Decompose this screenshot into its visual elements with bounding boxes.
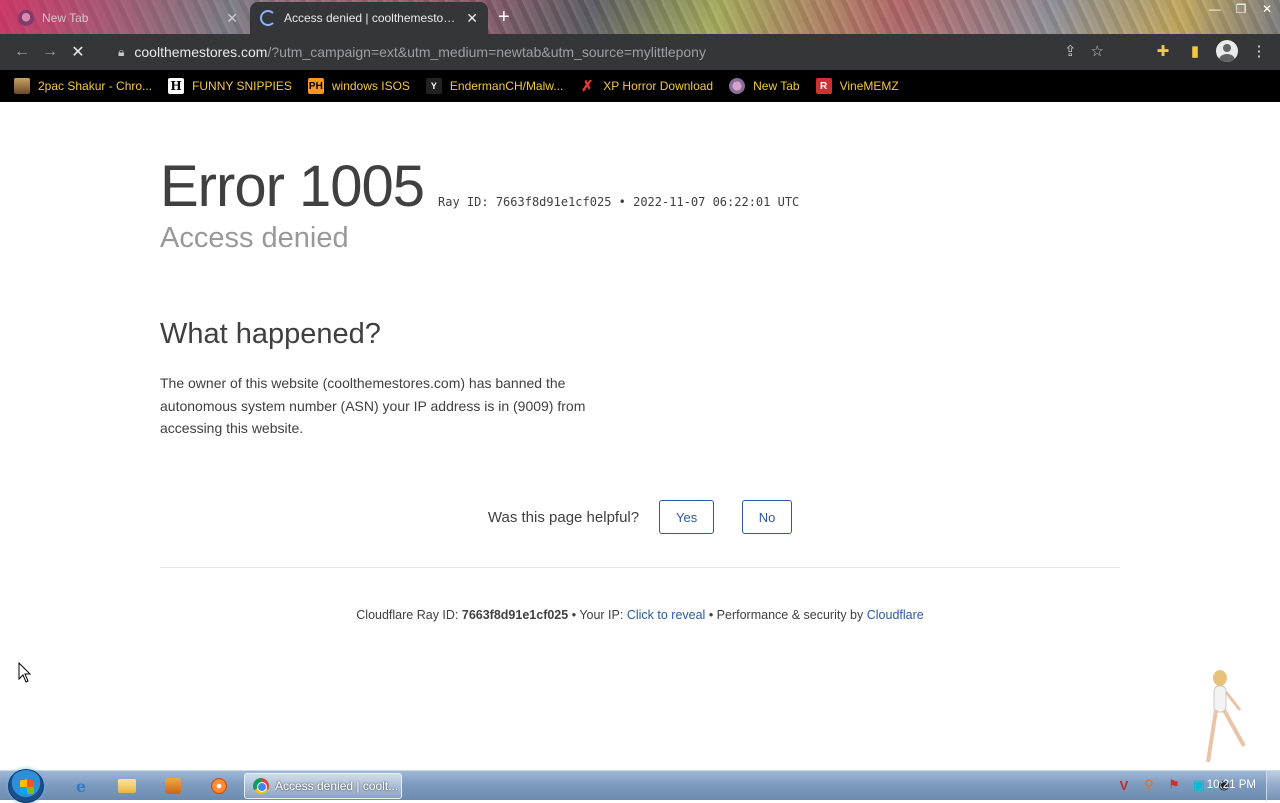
url-host: coolthemestores.com <box>134 44 268 60</box>
bookmark-label: windows ISOS <box>331 79 410 93</box>
bookmark-endermanch[interactable]: Y EndermanCH/Malw... <box>425 78 564 94</box>
bookmark-label: New Tab <box>753 79 800 93</box>
pinned-app-icon[interactable] <box>208 775 230 797</box>
tray-monitor-icon[interactable]: ▣ <box>1191 777 1207 793</box>
bookmark-label: EndermanCH/Malw... <box>449 79 564 93</box>
chrome-icon <box>253 778 269 794</box>
start-button[interactable] <box>8 769 44 803</box>
show-desktop-button[interactable] <box>1266 771 1280 801</box>
close-window-button[interactable]: ✕ <box>1254 0 1280 18</box>
browser-toolbar: ← → ✕ 🔒︎ coolthemestores.com/?utm_campai… <box>0 34 1280 70</box>
window-controls: — ❐ ✕ <box>1202 0 1280 18</box>
bookmark-new-tab[interactable]: New Tab <box>729 78 800 94</box>
footer-perf-label: Performance & security by <box>716 608 864 622</box>
bookmarks-bar: 2pac Shakur - Chro... H FUNNY SNIPPIES P… <box>0 70 1280 102</box>
bookmark-funny-snippies[interactable]: H FUNNY SNIPPIES <box>168 78 292 94</box>
bookmark-label: 2pac Shakur - Chro... <box>38 79 153 93</box>
taskbar-chrome-window[interactable]: Access denied | coolt... <box>244 773 402 799</box>
bookmark-windows-isos[interactable]: PH windows ISOS <box>307 78 410 94</box>
divider <box>160 567 1120 568</box>
x-icon: ✗ <box>580 78 594 95</box>
bookmark-label: VineMEMZ <box>839 79 899 93</box>
extensions-icon[interactable]: ✚ <box>1152 40 1174 62</box>
stop-button[interactable]: ✕ <box>64 38 92 66</box>
error-title: Error 1005 <box>160 154 425 219</box>
side-panel-icon[interactable]: ▮ <box>1184 40 1206 62</box>
error-meta: Ray ID: 7663f8d91e1cf025 • 2022-11-07 06… <box>438 195 800 209</box>
h-icon: H <box>168 78 185 94</box>
ph-icon: PH <box>307 78 324 94</box>
footer-ray-id: 7663f8d91e1cf025 <box>461 608 569 622</box>
back-button[interactable]: ← <box>8 38 36 66</box>
omnibox-actions: ⇪ ☆ <box>1064 42 1104 60</box>
pac-icon <box>14 78 30 94</box>
share-icon[interactable]: ⇪ <box>1064 42 1077 60</box>
tray-search-icon[interactable]: ⚲ <box>1141 777 1157 793</box>
taskbar-clock[interactable]: 10:21 PM <box>1207 779 1256 791</box>
taskbar-window-label: Access denied | coolt... <box>275 779 399 793</box>
tray-flag-icon[interactable]: ⚑ <box>1166 777 1182 793</box>
cloudflare-link[interactable]: Cloudflare <box>867 608 924 622</box>
error-subtitle: Access denied <box>160 222 349 254</box>
bookmark-label: XP Horror Download <box>603 79 714 93</box>
tab-access-denied[interactable]: Access denied | coolthemestores.com ✕ <box>250 2 488 34</box>
url-path: /?utm_campaign=ext&utm_medium=newtab&utm… <box>267 44 706 60</box>
profile-avatar-icon[interactable] <box>1216 40 1238 62</box>
cloudflare-footer: Cloudflare Ray ID: 7663f8d91e1cf025 • Yo… <box>0 608 1280 622</box>
ray-id: Ray ID: 7663f8d91e1cf025 <box>438 195 612 209</box>
r-icon: R <box>815 78 832 94</box>
media-player-icon[interactable] <box>162 775 184 797</box>
reveal-ip-link[interactable]: Click to reveal <box>627 608 706 622</box>
file-explorer-icon[interactable] <box>116 775 138 797</box>
mouse-cursor-icon <box>18 662 32 683</box>
bookmark-label: FUNNY SNIPPIES <box>192 79 292 93</box>
bookmark-star-icon[interactable]: ☆ <box>1091 42 1104 60</box>
tab-favicon-icon <box>18 10 34 26</box>
bookmark-2pac[interactable]: 2pac Shakur - Chro... <box>14 78 152 94</box>
footer-ip-label: Your IP: <box>579 608 624 622</box>
feedback-question: Was this page helpful? <box>487 508 640 526</box>
what-happened-heading: What happened? <box>160 318 381 350</box>
tab-title: New Tab <box>42 11 89 25</box>
toolbar-icons: ✚ ▮ ⋮ <box>1152 40 1270 62</box>
new-tab-button[interactable]: + <box>498 6 510 28</box>
forward-button[interactable]: → <box>36 38 64 66</box>
lock-icon[interactable]: 🔒︎ <box>118 45 124 60</box>
loading-spinner-icon <box>260 10 276 26</box>
newtab-icon <box>729 78 746 94</box>
restore-button[interactable]: ❐ <box>1228 0 1254 18</box>
tab-close-icon[interactable]: ✕ <box>466 10 478 27</box>
tab-new-tab[interactable]: New Tab ✕ <box>8 2 248 34</box>
tab-title: Access denied | coolthemestores.com <box>284 11 458 25</box>
tray-v-icon[interactable]: V <box>1116 777 1132 793</box>
minimize-button[interactable]: — <box>1202 0 1228 18</box>
menu-kebab-icon[interactable]: ⋮ <box>1248 40 1270 62</box>
page-content: Error 1005 Ray ID: 7663f8d91e1cf025 • 20… <box>0 102 1280 770</box>
windows-taskbar: e Access denied | coolt... V ⚲ ⚑ ▣ ◉ 10:… <box>0 769 1280 803</box>
feedback-section: Was this page helpful? Yes No <box>0 500 1280 534</box>
bookmark-xp-horror[interactable]: ✗ XP Horror Download <box>579 78 714 95</box>
footer-ray-label: Cloudflare Ray ID: <box>356 608 459 622</box>
address-bar[interactable]: 🔒︎ coolthemestores.com/?utm_campaign=ext… <box>106 37 1142 67</box>
error-header: Error 1005 Ray ID: 7663f8d91e1cf025 • 20… <box>160 154 799 220</box>
bookmark-vinememz[interactable]: R VineMEMZ <box>815 78 899 94</box>
footer-sep: • <box>708 608 717 622</box>
desktop-buddy-icon <box>1206 670 1246 763</box>
yt-icon: Y <box>425 78 442 94</box>
what-happened-body: The owner of this website (coolthemestor… <box>160 375 586 436</box>
internet-explorer-icon[interactable]: e <box>70 775 92 797</box>
tab-strip: New Tab ✕ Access denied | coolthemestore… <box>0 0 1280 34</box>
tab-close-icon[interactable]: ✕ <box>226 10 238 27</box>
feedback-no-button[interactable]: No <box>742 500 793 534</box>
error-timestamp: 2022-11-07 06:22:01 UTC <box>633 195 800 209</box>
feedback-yes-button[interactable]: Yes <box>659 500 715 534</box>
